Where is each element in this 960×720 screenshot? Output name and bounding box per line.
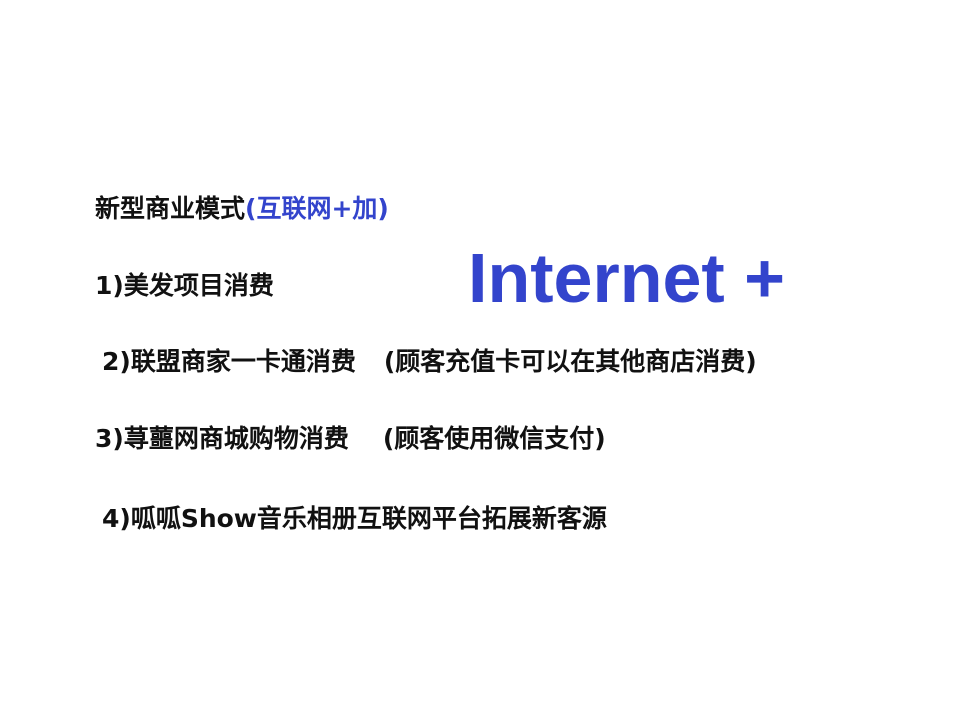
slide-heading: 新型商业模式(互联网+加) xyxy=(95,193,389,225)
item-text: 2)联盟商家一卡通消费 xyxy=(102,347,356,376)
item-text: 3)荨蘁网商城购物消费 xyxy=(95,424,349,453)
heading-highlight: (互联网+加) xyxy=(245,194,389,223)
item-note: (顾客充值卡可以在其他商店消费) xyxy=(383,347,757,376)
list-item: 2)联盟商家一卡通消费 (顾客充值卡可以在其他商店消费) xyxy=(102,346,757,378)
item-text: 4)呱呱Show音乐相册互联网平台拓展新客源 xyxy=(102,504,607,533)
heading-text: 新型商业模式 xyxy=(95,194,246,223)
internet-plus-banner: Internet + xyxy=(468,239,786,317)
list-item: 1)美发项目消费 xyxy=(95,270,274,302)
item-note: (顾客使用微信支付) xyxy=(382,424,606,453)
slide: 新型商业模式(互联网+加) Internet + 1)美发项目消费 2)联盟商家… xyxy=(0,0,960,720)
item-text: 1)美发项目消费 xyxy=(95,271,274,300)
list-item: 3)荨蘁网商城购物消费 (顾客使用微信支付) xyxy=(95,423,606,455)
list-item: 4)呱呱Show音乐相册互联网平台拓展新客源 xyxy=(102,503,607,535)
